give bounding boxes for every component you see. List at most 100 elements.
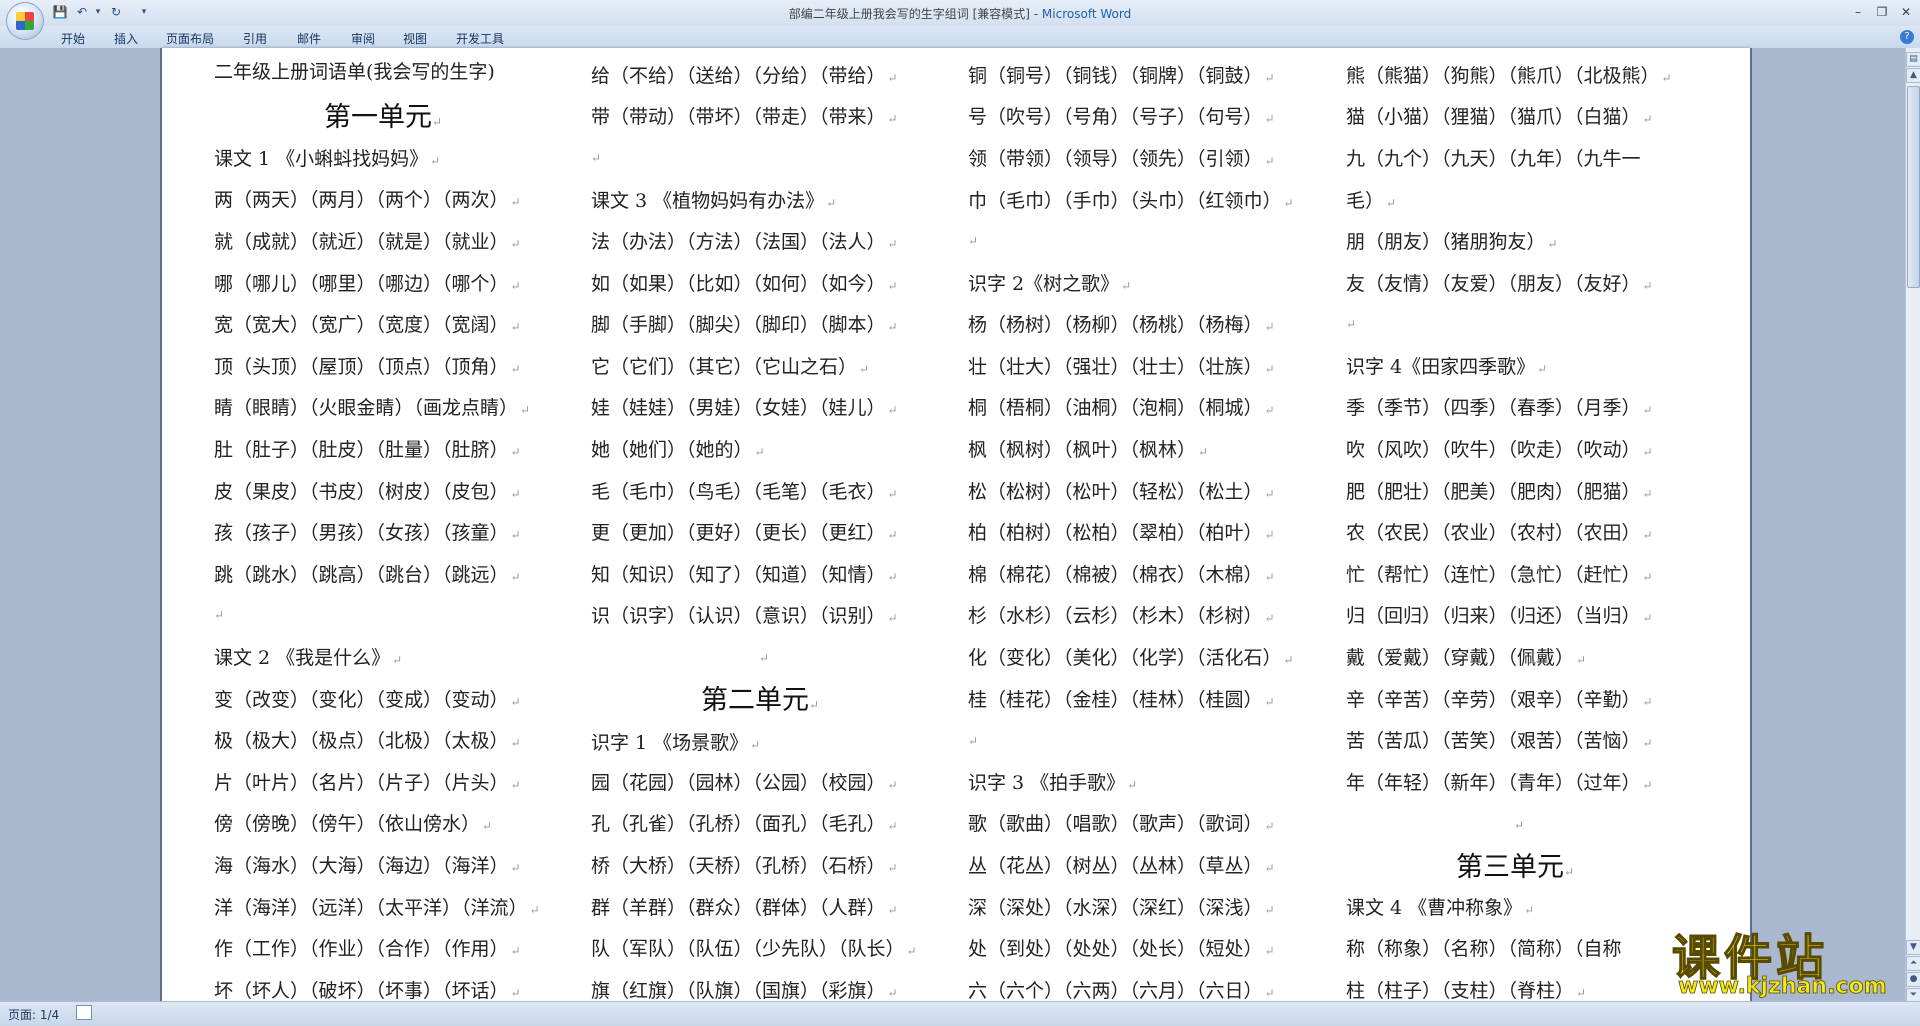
unit-heading-2: 第二单元 (701, 678, 819, 717)
word-line: 深（深处）（水深）（深红）（深浅） (968, 893, 1275, 920)
word-line: 六（六个）（六两）（六月）（六日） (968, 976, 1275, 1003)
word-line: 处（到处）（处处）（处长）（短处） (968, 934, 1275, 961)
word-line: 皮（果皮）（书皮）（树皮）（皮包） (214, 477, 521, 504)
word-line: 带（带动）（带坏）（带走）（带来） (591, 102, 898, 129)
lesson-title: 课文 1 《小蝌蚪找妈妈》 (214, 144, 440, 171)
word-line: 孔（孔雀）（孔桥）（面孔）（毛孔） (591, 809, 898, 836)
word-line: 铜（铜号）（铜钱）（铜牌）（铜鼓） (968, 61, 1275, 88)
unit-heading-1: 第一单元 (324, 95, 442, 134)
word-line: 壮（壮大）（强壮）（壮士）（壮族） (968, 352, 1275, 379)
word-line: 旗（红旗）（队旗）（国旗）（彩旗） (591, 976, 898, 1003)
lesson-title: 识字 2《树之歌》 (968, 269, 1131, 296)
word-line: 柏（柏树）（松柏）（翠柏）（柏叶） (968, 518, 1275, 545)
scroll-down-icon[interactable]: ▼ (1906, 940, 1920, 955)
word-line: 戴（爱戴）（穿戴）（佩戴） (1346, 643, 1586, 670)
word-line: 傍（傍晚）（傍午）（依山傍水） (214, 809, 492, 836)
tab-developer[interactable]: 开发工具 (456, 30, 504, 47)
word-line: 群（羊群）（群众）（群体）（人群） (591, 893, 898, 920)
word-line: 柱（柱子）（支柱）（脊柱） (1346, 976, 1586, 1003)
proofing-icon[interactable] (76, 1005, 92, 1020)
app-name: Microsoft Word (1041, 7, 1132, 21)
word-line: 棉（棉花）（棉被）（棉衣）（木棉） (968, 560, 1275, 587)
word-line: 忙（帮忙）（连忙）（急忙）（赶忙） (1346, 560, 1653, 587)
status-bar (0, 1001, 1920, 1026)
window-title: 部编二年级上册我会写的生字组词 [兼容模式] - Microsoft Word (0, 5, 1920, 22)
previous-page-icon[interactable]: ⏶ (1906, 956, 1920, 971)
word-line: 队（军队）（队伍）（少先队）（队长） (591, 934, 917, 961)
word-line: 辛（辛苦）（辛劳）（艰辛）（辛勤） (1346, 685, 1653, 712)
word-line: 睛（眼睛）（火眼金睛）（画龙点睛） (214, 393, 530, 420)
scroll-thumb[interactable] (1907, 86, 1920, 288)
word-line: 号（吹号）（号角）（号子）（句号） (968, 102, 1275, 129)
word-line: 猫（小猫）（狸猫）（猫爪）（白猫） (1346, 102, 1653, 129)
unit-heading-3: 第三单元 (1456, 845, 1574, 884)
word-line: 松（松树）（松叶）（轻松）（松土） (968, 477, 1275, 504)
word-line: 杉（水杉）（云杉）（杉木）（杉树） (968, 601, 1275, 628)
word-line: 丛（花丛）（树丛）（丛林）（草丛） (968, 851, 1275, 878)
word-line: 坏（坏人）（破坏）（坏事）（坏话） (214, 976, 521, 1003)
ribbon-tab-bar (0, 26, 1920, 49)
lesson-title: 课文 3 《植物妈妈有办法》 (591, 186, 836, 213)
close-icon[interactable]: ✕ (1896, 4, 1916, 20)
word-line: 朋（朋友）（猪朋狗友） (1346, 227, 1558, 254)
watermark-url: www.kjzhan.com (1678, 974, 1887, 1000)
word-line: 枫（枫树）（枫叶）（枫林） (968, 435, 1208, 462)
paragraph-mark: ↵ (968, 734, 979, 748)
word-line: 桐（梧桐）（油桐）（泡桐）（桐城） (968, 393, 1275, 420)
tab-home[interactable]: 开始 (61, 30, 85, 47)
word-line: 法（办法）（方法）（法国）（法人） (591, 227, 898, 254)
word-line: 海（海水）（大海）（海边）（海洋） (214, 851, 521, 878)
word-line: 称（称象）（名称）（简称）（自称 (1346, 938, 1622, 960)
office-button[interactable] (6, 2, 44, 40)
tab-references[interactable]: 引用 (243, 30, 267, 47)
word-line: 杨（杨树）（杨柳）（杨桃）（杨梅） (968, 310, 1275, 337)
word-line: 苦（苦瓜）（苦笑）（艰苦）（苦恼） (1346, 726, 1653, 753)
word-line: 领（带领）（领导）（领先）（引领） (968, 144, 1275, 171)
tab-view[interactable]: 视图 (403, 30, 427, 47)
word-line: 季（季节）（四季）（春季）（月季） (1346, 393, 1653, 420)
lesson-title: 识字 1 《场景歌》 (591, 728, 760, 755)
document-title: 部编二年级上册我会写的生字组词 [兼容模式] - (788, 7, 1042, 21)
paragraph-mark: ↵ (1514, 818, 1525, 832)
word-line: 哪（哪儿）（哪里）（哪边）（哪个） (214, 269, 521, 296)
minimize-icon[interactable]: – (1848, 4, 1868, 20)
word-line: 更（更加）（更好）（更长）（更红） (591, 518, 898, 545)
word-line: 跳（跳水）（跳高）（跳台）（跳远） (214, 560, 521, 587)
word-line: 巾（毛巾）（手巾）（头巾）（红领巾） (968, 186, 1294, 213)
document-heading: 二年级上册词语单(我会写的生字) (214, 61, 495, 83)
scroll-up-icon[interactable]: ▲ (1906, 68, 1920, 83)
word-line: 脚（手脚）（脚尖）（脚印）（脚本） (591, 310, 898, 337)
word-line: 娃（娃娃）（男娃）（女娃）（娃儿） (591, 393, 898, 420)
word-line: 肥（肥壮）（肥美）（肥肉）（肥猫） (1346, 477, 1653, 504)
word-line: 歌（歌曲）（唱歌）（歌声）（歌词） (968, 809, 1275, 836)
office-logo-icon (16, 12, 34, 30)
word-line: 桥（大桥）（天桥）（孔桥）（石桥） (591, 851, 898, 878)
word-line: 极（极大）（极点）（北极）（太极） (214, 726, 521, 753)
word-line: 给（不给）（送给）（分给）（带给） (591, 61, 898, 88)
word-line: 她（她们）（她的） (591, 435, 765, 462)
word-line: 九（九个）（九天）（九年）（九牛一 (1346, 148, 1641, 170)
word-line: 片（叶片）（名片）（片子）（片头） (214, 768, 521, 795)
word-line: 熊（熊猫）（狗熊）（熊爪）（北极熊） (1346, 61, 1672, 88)
word-line: 两（两天）（两月）（两个）（两次） (214, 185, 521, 212)
page-count[interactable]: 页面: 1/4 (8, 1006, 59, 1023)
tab-review[interactable]: 审阅 (351, 30, 375, 47)
maximize-icon[interactable]: ❐ (1872, 4, 1892, 20)
help-icon[interactable]: ? (1900, 30, 1914, 44)
browse-object-icon[interactable]: ● (1906, 972, 1920, 987)
ruler-toggle-icon[interactable]: ▤ (1906, 52, 1920, 67)
word-line: 作（工作）（作业）（合作）（作用） (214, 934, 521, 961)
page-edge-right (1750, 48, 1752, 1001)
word-line: 宽（宽大）（宽广）（宽度）（宽阔） (214, 310, 521, 337)
tab-mailings[interactable]: 邮件 (297, 30, 321, 47)
paragraph-mark: ↵ (214, 608, 225, 622)
tab-page-layout[interactable]: 页面布局 (166, 30, 214, 47)
word-line: 化（变化）（美化）（化学）（活化石） (968, 643, 1294, 670)
word-line-continued: 毛） (1346, 186, 1396, 213)
word-line: 识（识字）（认识）（意识）（识别） (591, 601, 898, 628)
paragraph-mark: ↵ (1346, 317, 1357, 331)
word-line: 毛（毛巾）（鸟毛）（毛笔）（毛衣） (591, 477, 898, 504)
paragraph-mark: ↵ (759, 651, 770, 665)
word-line: 友（友情）（友爱）（朋友）（友好） (1346, 269, 1653, 296)
tab-insert[interactable]: 插入 (114, 30, 138, 47)
